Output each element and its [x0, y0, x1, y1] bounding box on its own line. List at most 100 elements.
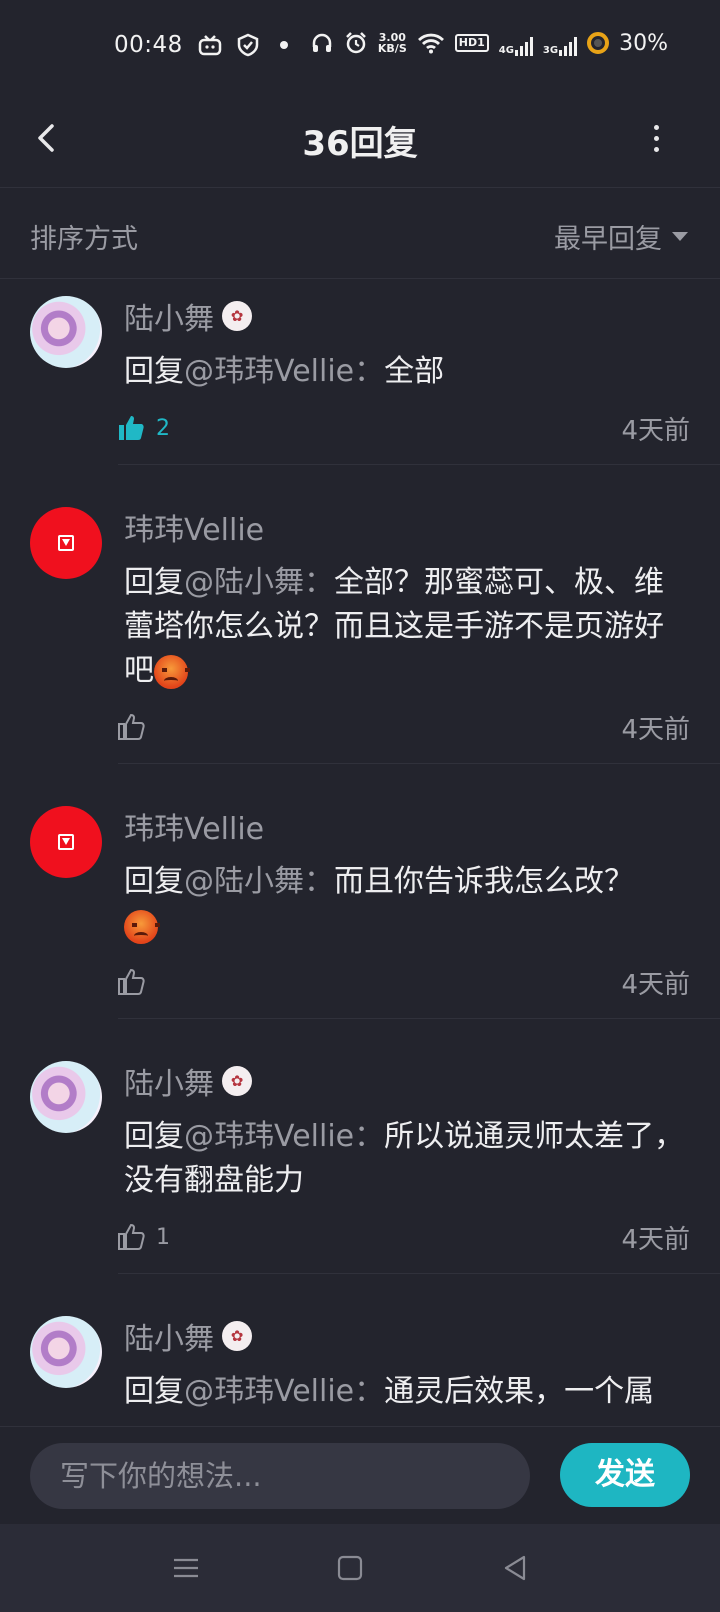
- shield-icon: [236, 32, 260, 58]
- mention-sep: ：: [354, 1119, 385, 1154]
- avatar[interactable]: [30, 296, 102, 368]
- reply-prefix: 回复: [124, 1374, 184, 1409]
- reply-prefix: 回复: [124, 354, 184, 389]
- comment-content: 回复@陆小舞：全部？那蜜蕊可、极、维蕾塔你怎么说？而且这是手游不是页游好吧: [124, 561, 690, 693]
- avatar[interactable]: [30, 806, 102, 878]
- user-badge-icon: ✿: [222, 1066, 252, 1096]
- alarm-icon: [344, 30, 368, 56]
- like-count: 1: [156, 1224, 170, 1250]
- like-button[interactable]: [116, 712, 156, 742]
- status-left-icons: [198, 32, 294, 58]
- mention-sep: ：: [354, 354, 385, 389]
- mention-link[interactable]: @陆小舞: [184, 864, 304, 899]
- sort-row: 排序方式 最早回复: [0, 189, 720, 279]
- reply-prefix: 回复: [124, 1119, 184, 1154]
- like-button[interactable]: [116, 967, 156, 997]
- comment-content: 回复@陆小舞：而且你告诉我怎么改？: [124, 860, 690, 948]
- more-button[interactable]: [646, 116, 666, 160]
- comment-content: 回复@玮玮Vellie：所以说通灵师太差了，没有翻盘能力: [124, 1115, 690, 1203]
- back-nav-button[interactable]: [500, 1552, 532, 1584]
- username-row: 陆小舞 ✿: [124, 1314, 690, 1358]
- sort-dropdown[interactable]: 最早回复: [554, 217, 688, 256]
- comment-text: 而且你告诉我怎么改？: [334, 864, 634, 899]
- username[interactable]: 陆小舞: [124, 294, 214, 338]
- thumbs-up-icon: [119, 416, 144, 440]
- more-vertical-icon: [653, 124, 659, 130]
- like-count: 2: [156, 415, 170, 441]
- comment-time: 4天前: [621, 415, 690, 446]
- comment-content: 回复@玮玮Vellie：全部: [124, 350, 690, 394]
- comment-item: 玮玮Vellie 回复@陆小舞：全部？那蜜蕊可、极、维蕾塔你怎么说？而且这是手游…: [0, 465, 720, 763]
- comment-time: 4天前: [621, 714, 690, 745]
- user-badge-icon: ✿: [222, 301, 252, 331]
- comment-meta: 2 4天前: [119, 408, 690, 448]
- mention-link[interactable]: @玮玮Vellie: [184, 1374, 354, 1409]
- avatar[interactable]: [30, 1316, 102, 1388]
- username-row: 玮玮Vellie: [124, 505, 690, 549]
- comment-text: 全部: [384, 354, 445, 389]
- like-button[interactable]: 1: [116, 1222, 170, 1252]
- angry-emoji-icon: [154, 654, 190, 689]
- avatar[interactable]: [30, 1061, 102, 1133]
- thumbs-up-icon: [118, 968, 145, 995]
- mention-link[interactable]: @玮玮Vellie: [184, 1119, 354, 1154]
- reply-input[interactable]: 写下你的想法...: [30, 1443, 530, 1509]
- net-speed-unit: KB/S: [377, 42, 407, 55]
- username-row: 玮玮Vellie: [124, 804, 690, 848]
- send-button[interactable]: 发送: [560, 1443, 690, 1507]
- comment-meta: 1 4天前: [118, 1217, 690, 1257]
- battery-percent: 30%: [619, 30, 668, 56]
- menu-button[interactable]: [170, 1552, 202, 1584]
- comment-time: 4天前: [621, 1224, 690, 1255]
- username[interactable]: 陆小舞: [124, 1314, 214, 1358]
- comment-content: 回复@玮玮Vellie：通灵后效果，一个属: [124, 1370, 690, 1414]
- reply-prefix: 回复: [124, 864, 184, 899]
- net1-label: 4G: [498, 45, 514, 56]
- username[interactable]: 玮玮Vellie: [124, 505, 264, 549]
- wifi-icon: [417, 30, 445, 56]
- username[interactable]: 玮玮Vellie: [124, 804, 264, 848]
- comment-list[interactable]: 陆小舞 ✿ 回复@玮玮Vellie：全部 2 4天前 玮玮Vellie 回复@陆…: [0, 280, 720, 1425]
- square-icon: [337, 1555, 363, 1581]
- user-badge-icon: ✿: [222, 1321, 252, 1351]
- avatar[interactable]: [30, 507, 102, 579]
- signal-icon: [514, 36, 533, 56]
- signal-4g: 4G: [499, 30, 533, 56]
- page-title: 36回复: [302, 124, 418, 164]
- status-bar: 00:48 3.00 KB/S HD1 4G 3G 30%: [0, 0, 720, 90]
- sort-selected: 最早回复: [554, 224, 662, 255]
- comment-item: 陆小舞 ✿ 回复@玮玮Vellie：通灵后效果，一个属: [0, 1274, 720, 1414]
- caret-down-icon: [672, 232, 688, 241]
- avatar-logo-icon: [58, 834, 74, 850]
- mention-link[interactable]: @陆小舞: [184, 565, 304, 600]
- signal-icon: [559, 36, 578, 56]
- status-right-icons: 3.00 KB/S HD1 4G 3G 30%: [310, 30, 668, 56]
- avatar-logo-icon: [58, 535, 74, 551]
- comment-meta: 4天前: [118, 707, 690, 747]
- dot-icon: [274, 32, 294, 58]
- mention-link[interactable]: @玮玮Vellie: [184, 354, 354, 389]
- hd-badge: HD1: [454, 34, 489, 52]
- comment-item: 玮玮Vellie 回复@陆小舞：而且你告诉我怎么改？ 4天前: [0, 764, 720, 1018]
- reply-input-bar: 写下你的想法... 发送: [0, 1426, 720, 1524]
- angry-emoji-icon: [124, 909, 160, 944]
- username-row: 陆小舞 ✿: [124, 1059, 690, 1103]
- like-button[interactable]: 2: [116, 413, 170, 443]
- username[interactable]: 陆小舞: [124, 1059, 214, 1103]
- comment-item: 陆小舞 ✿ 回复@玮玮Vellie：所以说通灵师太差了，没有翻盘能力 1 4天前: [0, 1019, 720, 1273]
- tv-icon: [198, 32, 222, 58]
- comment-time: 4天前: [621, 969, 690, 1000]
- comment-meta: 4天前: [118, 962, 690, 1002]
- signal-3g: 3G: [543, 30, 578, 56]
- mention-sep: ：: [354, 1374, 385, 1409]
- mention-sep: ：: [304, 565, 334, 600]
- header: 36回复: [0, 90, 720, 188]
- headphones-icon: [310, 30, 334, 56]
- sort-label: 排序方式: [30, 224, 138, 255]
- comment-text: 通灵后效果，一个属: [384, 1374, 655, 1409]
- home-button[interactable]: [334, 1552, 366, 1584]
- battery-icon: [587, 30, 610, 56]
- username-row: 陆小舞 ✿: [124, 294, 690, 338]
- thumbs-up-icon: [118, 713, 145, 740]
- status-time: 00:48: [114, 32, 183, 58]
